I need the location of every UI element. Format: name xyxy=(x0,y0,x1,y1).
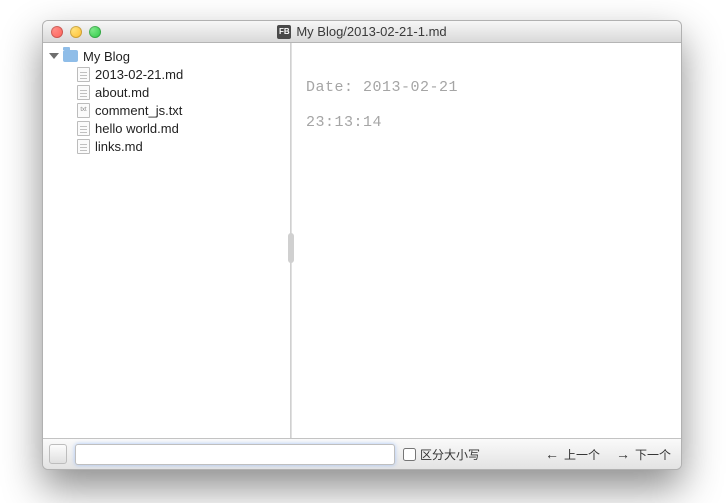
search-bar: 区分大小写 ← 上一个 → 下一个 xyxy=(43,438,681,469)
text-file-icon: txt xyxy=(77,103,90,118)
title-text: My Blog/2013-02-21-1.md xyxy=(296,24,446,39)
titlebar[interactable]: FB My Blog/2013-02-21-1.md xyxy=(43,21,681,43)
document-icon xyxy=(77,139,90,154)
search-input[interactable] xyxy=(75,444,395,465)
tree-root-label: My Blog xyxy=(83,49,130,64)
app-icon: FB xyxy=(277,25,291,39)
case-sensitive-toggle[interactable]: 区分大小写 xyxy=(403,446,480,463)
tree-root-row[interactable]: My Blog xyxy=(43,47,290,65)
document-icon xyxy=(77,121,90,136)
tree-item[interactable]: txt comment_js.txt xyxy=(43,101,290,119)
zoom-button[interactable] xyxy=(89,26,101,38)
prev-label: 上一个 xyxy=(564,446,600,463)
splitter-handle-icon[interactable] xyxy=(288,233,294,263)
case-sensitive-checkbox[interactable] xyxy=(403,448,416,461)
content-area: My Blog 2013-02-21.md about.md txt comme… xyxy=(43,43,681,438)
window-title: FB My Blog/2013-02-21-1.md xyxy=(43,24,681,39)
preview-line: Date: 2013-02-21 xyxy=(306,79,458,96)
minimize-button[interactable] xyxy=(70,26,82,38)
tree-item[interactable]: about.md xyxy=(43,83,290,101)
document-icon xyxy=(77,67,90,82)
tree-item-label: links.md xyxy=(95,139,143,154)
splitter[interactable] xyxy=(291,43,292,438)
preview-pane[interactable]: Date: 2013-02-21 23:13:14 xyxy=(292,43,681,438)
folder-icon xyxy=(63,50,78,62)
tree-item[interactable]: hello world.md xyxy=(43,119,290,137)
tree-item-label: comment_js.txt xyxy=(95,103,182,118)
next-button[interactable]: → 下一个 xyxy=(612,446,675,463)
next-label: 下一个 xyxy=(635,446,671,463)
app-window: FB My Blog/2013-02-21-1.md My Blog 2013-… xyxy=(42,20,682,470)
arrow-left-icon: ← xyxy=(545,447,559,461)
close-button[interactable] xyxy=(51,26,63,38)
tree-item-label: hello world.md xyxy=(95,121,179,136)
disclosure-triangle-icon[interactable] xyxy=(49,53,59,59)
prev-button[interactable]: ← 上一个 xyxy=(541,446,604,463)
tree-item[interactable]: 2013-02-21.md xyxy=(43,65,290,83)
tree-item[interactable]: links.md xyxy=(43,137,290,155)
drag-handle-icon[interactable] xyxy=(49,444,67,464)
tree-item-label: about.md xyxy=(95,85,149,100)
case-sensitive-label: 区分大小写 xyxy=(420,446,480,463)
traffic-lights xyxy=(51,26,101,38)
document-icon xyxy=(77,85,90,100)
arrow-right-icon: → xyxy=(616,447,630,461)
tree-item-label: 2013-02-21.md xyxy=(95,67,183,82)
preview-line: 23:13:14 xyxy=(306,114,382,131)
file-tree[interactable]: My Blog 2013-02-21.md about.md txt comme… xyxy=(43,43,291,438)
